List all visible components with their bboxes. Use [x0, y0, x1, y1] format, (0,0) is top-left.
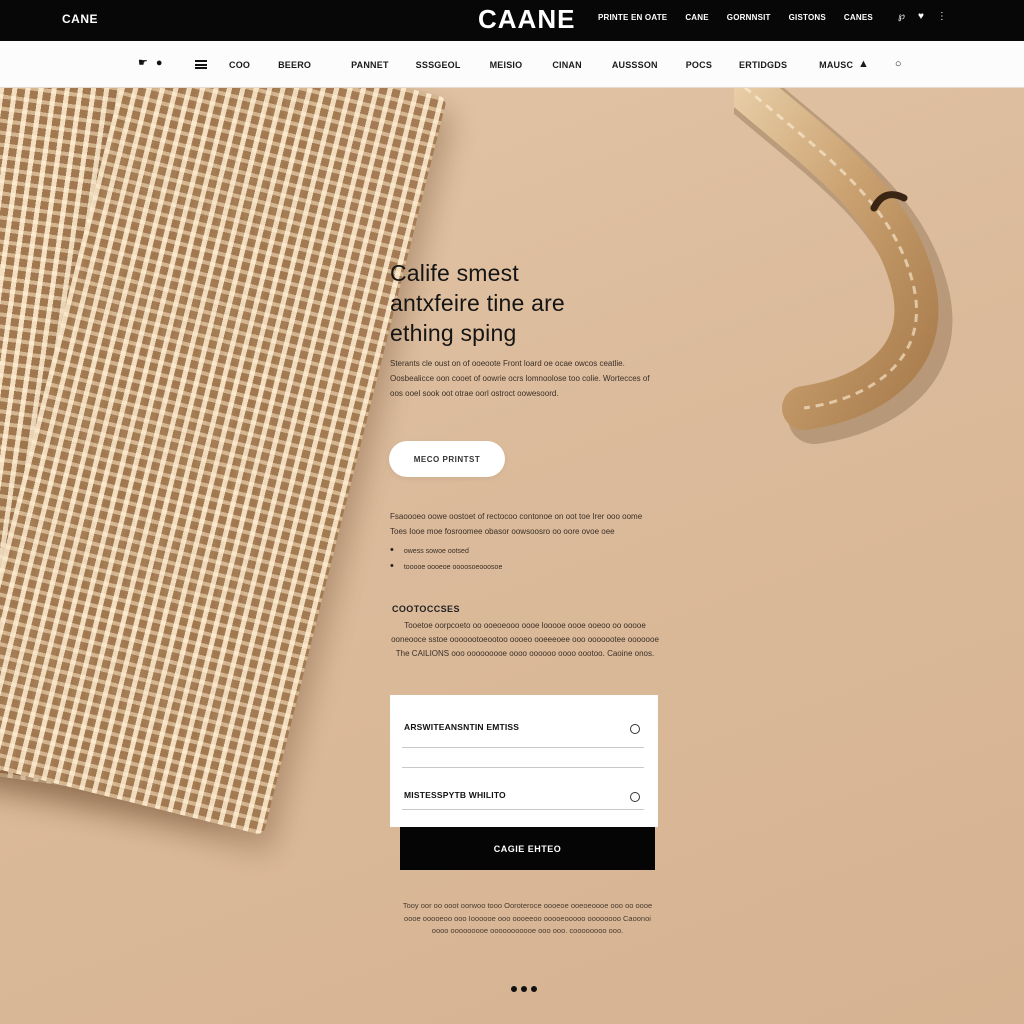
- utility-link-3[interactable]: GORNNSIT: [727, 13, 771, 22]
- nav-right-icons: ▲ ○: [858, 58, 902, 70]
- nav-item-5[interactable]: MEISIO: [490, 60, 523, 70]
- menu-icon[interactable]: [195, 60, 207, 69]
- utility-link-2[interactable]: CANE: [685, 13, 708, 22]
- carousel-dots: [511, 986, 537, 992]
- carousel-dot[interactable]: [531, 986, 537, 992]
- pinterest-icon[interactable]: ℘: [898, 11, 905, 22]
- footer-text: Tooy oor oo ooot oorwoo tooo Ooroteroce …: [402, 901, 653, 935]
- user-icon[interactable]: ⋮: [937, 11, 947, 22]
- pin-icon[interactable]: ▲: [858, 58, 869, 70]
- radio-icon[interactable]: [630, 792, 640, 802]
- headline-line-2: antxfeire tine are: [390, 290, 565, 316]
- hero-intro-text: Sterants cle oust on of ooeoote Front lo…: [390, 359, 650, 398]
- utility-link-5[interactable]: CANES: [844, 13, 873, 22]
- divider: [402, 809, 644, 810]
- section-body: Tooetoe oorpcoeto oo ooeoeooo oooe loooo…: [391, 621, 659, 658]
- nav-item-9[interactable]: ERTIDGDS: [739, 60, 787, 70]
- heart-icon[interactable]: ♥: [918, 11, 924, 22]
- form-option-2[interactable]: MISTESSPYTB WHILITO: [404, 790, 644, 810]
- carousel-dot[interactable]: [521, 986, 527, 992]
- utility-link-1[interactable]: PRINTE EN OATE: [598, 13, 667, 22]
- top-bar: CANE CAANE PRINTE EN OATE CANE GORNNSIT …: [0, 0, 1024, 41]
- utility-link-4[interactable]: GISTONS: [789, 13, 826, 22]
- divider: [402, 747, 644, 748]
- headline-line-1: Calife smest: [390, 260, 519, 286]
- info-paragraph: Fsaoooeo oowe oostoet of rectocoo conton…: [390, 512, 643, 536]
- nav-item-3[interactable]: PANNET: [351, 60, 389, 70]
- utility-links: PRINTE EN OATE CANE GORNNSIT GISTONS CAN…: [598, 13, 873, 22]
- top-left-link[interactable]: CANE: [62, 12, 98, 26]
- brand-logo[interactable]: CAANE: [478, 4, 575, 35]
- list-item: tooooe oooeoe oooosoeooosoe: [390, 559, 650, 575]
- hero-cta-button[interactable]: MECO PRINTST: [389, 441, 505, 477]
- nav-left-icons: ☛ ●: [138, 58, 163, 69]
- form-option-1-label: ARSWITEANSNTIN EMTISS: [404, 722, 520, 732]
- nav-item-1[interactable]: COO: [229, 60, 250, 70]
- feature-list: owess sowoe ootsed tooooe oooeoe oooosoe…: [390, 543, 650, 575]
- nav-item-7[interactable]: AUSSSON: [612, 60, 658, 70]
- form-option-1[interactable]: ARSWITEANSNTIN EMTISS: [404, 722, 644, 742]
- cart-icon[interactable]: ☛: [138, 58, 148, 69]
- main-nav: ☛ ● COO BEERO PANNET SSSGEOL MEISIO CINA…: [0, 41, 1024, 88]
- nav-item-6[interactable]: CINAN: [552, 60, 582, 70]
- nav-item-2[interactable]: BEERO: [278, 60, 311, 70]
- list-item: owess sowoe ootsed: [390, 543, 650, 559]
- divider: [402, 767, 644, 768]
- hero-headline: Calife smest antxfeire tine are ething s…: [390, 258, 690, 348]
- search-circle-icon[interactable]: ○: [895, 58, 902, 70]
- nav-items: COO BEERO PANNET SSSGEOL MEISIO CINAN AU…: [229, 60, 853, 70]
- circle-icon[interactable]: ●: [156, 58, 163, 69]
- carousel-dot[interactable]: [511, 986, 517, 992]
- nav-item-10[interactable]: MAUSC: [819, 60, 853, 70]
- cane-handle-image: [734, 88, 953, 444]
- nav-item-4[interactable]: SSSGEOL: [416, 60, 461, 70]
- utility-icons: ℘ ♥ ⋮: [898, 11, 947, 22]
- section-title: COOTOCCSES: [392, 604, 460, 614]
- submit-button[interactable]: CAGIE EHTEO: [400, 827, 655, 870]
- form-option-2-label: MISTESSPYTB WHILITO: [404, 790, 506, 800]
- signup-form: ARSWITEANSNTIN EMTISS MISTESSPYTB WHILIT…: [390, 695, 658, 827]
- radio-icon[interactable]: [630, 724, 640, 734]
- headline-line-3: ething sping: [390, 320, 517, 346]
- nav-item-8[interactable]: POCS: [686, 60, 712, 70]
